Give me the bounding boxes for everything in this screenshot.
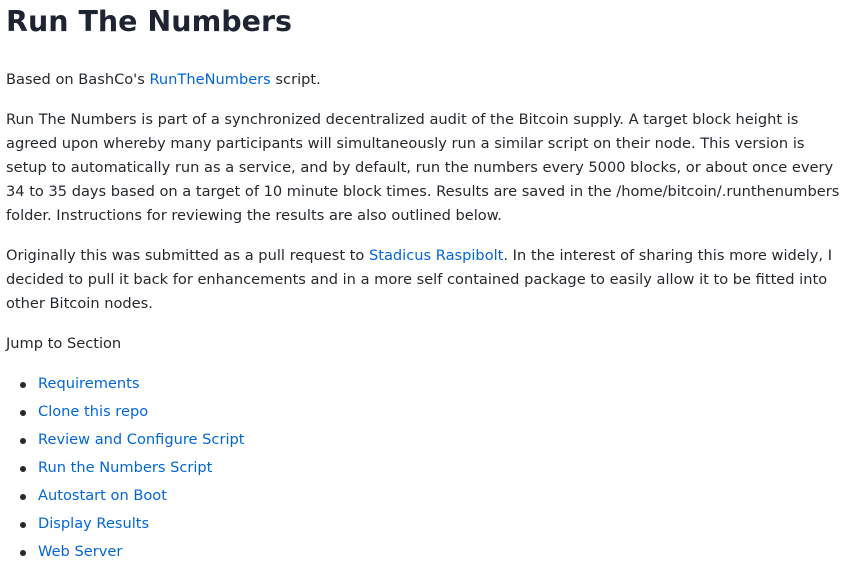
list-item: Run the Numbers Script (6, 456, 245, 484)
section-list: Requirements Clone this repo Review and … (6, 372, 245, 568)
bullet-icon (20, 550, 26, 556)
section-link-run-script[interactable]: Run the Numbers Script (38, 459, 212, 476)
intro-paragraph: Based on BashCo's RunTheNumbers script. (6, 68, 842, 92)
intro-suffix: script. (270, 71, 321, 88)
list-item: Review and Configure Script (6, 428, 245, 456)
bullet-icon (20, 410, 26, 416)
origin-paragraph: Originally this was submitted as a pull … (6, 244, 842, 316)
bullet-icon (20, 382, 26, 388)
section-link-requirements[interactable]: Requirements (38, 375, 139, 392)
list-item: Autostart on Boot (6, 484, 245, 512)
section-link-autostart[interactable]: Autostart on Boot (38, 487, 167, 504)
stadicus-raspibolt-link[interactable]: Stadicus Raspibolt (369, 247, 503, 264)
section-link-web-server[interactable]: Web Server (38, 543, 122, 560)
origin-prefix: Originally this was submitted as a pull … (6, 247, 369, 264)
runthenumbers-link[interactable]: RunTheNumbers (149, 71, 270, 88)
description-paragraph: Run The Numbers is part of a synchronize… (6, 111, 840, 224)
jump-to-section-label: Jump to Section (6, 335, 122, 352)
bullet-icon (20, 522, 26, 528)
bullet-icon (20, 494, 26, 500)
section-link-review-configure[interactable]: Review and Configure Script (38, 431, 245, 448)
bullet-icon (20, 466, 26, 472)
bullet-icon (20, 438, 26, 444)
intro-prefix: Based on BashCo's (6, 71, 150, 88)
list-item: Clone this repo (6, 400, 245, 428)
page-title: Run The Numbers (6, 5, 293, 38)
list-item: Display Results (6, 512, 245, 540)
section-link-display-results[interactable]: Display Results (38, 515, 149, 532)
list-item: Requirements (6, 372, 245, 400)
section-link-clone-repo[interactable]: Clone this repo (38, 403, 148, 420)
